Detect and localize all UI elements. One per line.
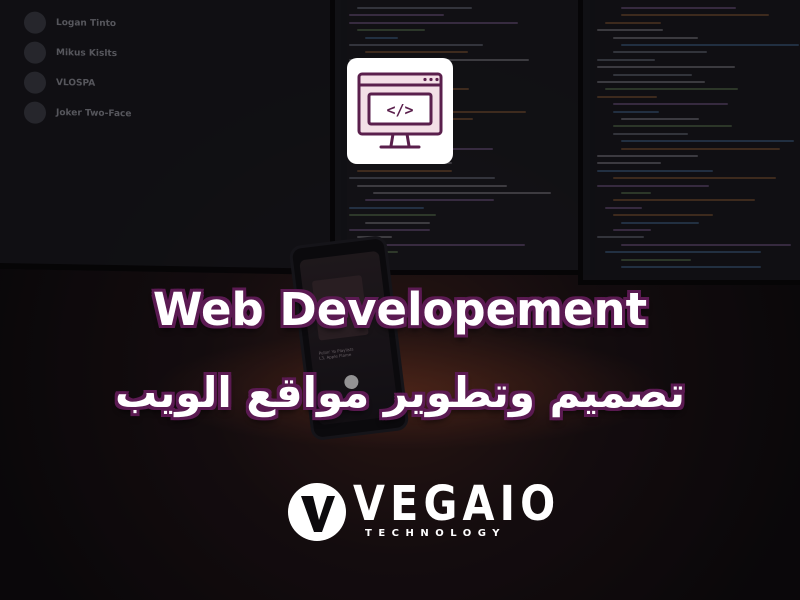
web-code-monitor-icon: </> [347,58,453,164]
brand-name: VEGAIO [353,476,561,532]
vegaio-logo-mark-icon [288,483,346,541]
title-english: Web Developement [152,283,648,336]
brand-tagline: TECHNOLOGY [365,528,506,539]
title-arabic: تصميم وتطوير مواقع الويب [115,368,685,417]
vegaio-logo: VEGAIO TECHNOLOGY [287,476,555,548]
code-glyph: </> [386,101,413,119]
